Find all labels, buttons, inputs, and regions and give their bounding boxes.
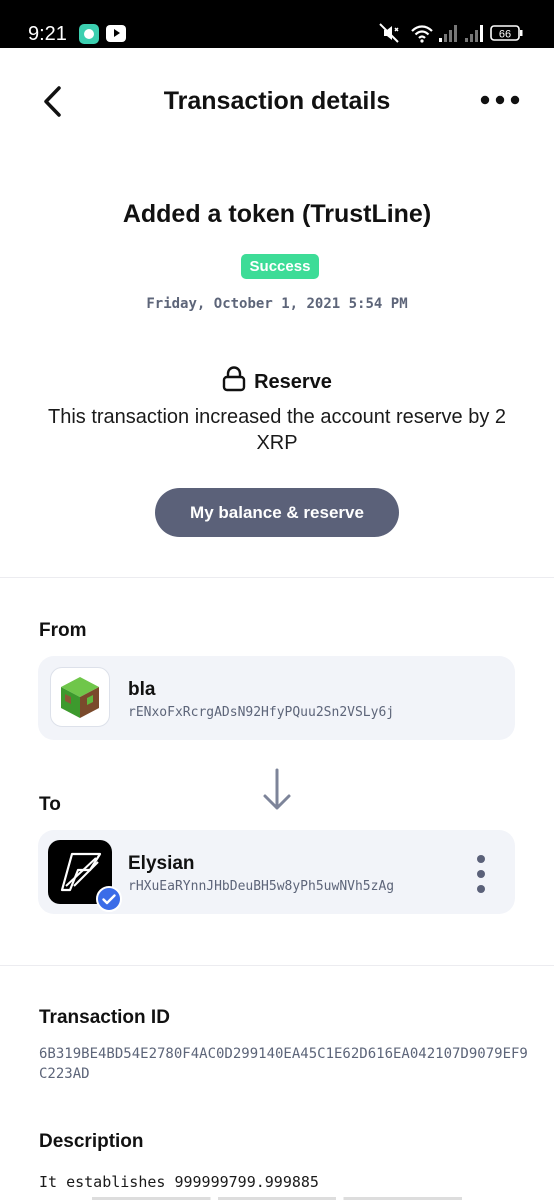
transaction-datetime: Friday, October 1, 2021 5:54 PM xyxy=(146,296,408,312)
battery-level: 66 xyxy=(499,29,511,41)
cube-avatar-icon xyxy=(61,677,99,718)
status-bar: 9:21 66 xyxy=(0,0,554,48)
to-account-name: Elysian xyxy=(128,853,195,874)
page-title: Transaction details xyxy=(163,87,391,115)
lock-icon xyxy=(222,366,246,392)
more-options-button[interactable] xyxy=(480,86,520,114)
reserve-heading: Reserve xyxy=(0,366,554,396)
reserve-title-text: Reserve xyxy=(254,371,332,393)
verified-badge-icon xyxy=(96,886,122,912)
battery-icon: 66 xyxy=(490,25,523,41)
divider xyxy=(0,577,554,578)
from-label: From xyxy=(39,620,87,641)
transaction-id-value[interactable]: 6B319BE4BD54E2780F4AC0D299140EA45C1E62D6… xyxy=(39,1044,529,1084)
top-navigation-bar: Transaction details xyxy=(0,48,554,148)
wifi-icon xyxy=(411,25,433,43)
from-avatar xyxy=(50,667,110,727)
transaction-id-label: Transaction ID xyxy=(39,1007,170,1028)
from-account-address: rENxoFxRcrgADsN92HfyPQuu2Sn2VSLy6j xyxy=(128,705,395,720)
to-account-card[interactable]: Elysian rHXuEaRYnnJHbDeuBH5w8yPh5uwNVh5z… xyxy=(38,830,515,914)
chat-app-icon xyxy=(79,24,99,44)
divider xyxy=(0,965,554,966)
signal-icon xyxy=(465,25,483,42)
status-badge: Success xyxy=(241,254,319,279)
youtube-icon xyxy=(106,25,126,42)
mute-icon xyxy=(379,23,399,43)
status-time: 9:21 xyxy=(28,23,67,45)
transaction-title: Added a token (TrustLine) xyxy=(122,200,432,228)
reserve-description: This transaction increased the account r… xyxy=(47,406,507,454)
system-icons: 66 xyxy=(378,22,528,46)
from-account-card[interactable]: bla rENxoFxRcrgADsN92HfyPQuu2Sn2VSLy6j xyxy=(38,656,515,740)
arrow-down-icon xyxy=(263,768,291,810)
from-account-name: bla xyxy=(128,679,156,700)
to-account-address: rHXuEaRYnnJHbDeuBH5w8yPh5uwNVh5zAg xyxy=(128,879,395,894)
to-label: To xyxy=(39,794,61,815)
description-text: It establishes 999999799.999885 xyxy=(39,1173,319,1191)
balance-reserve-button[interactable]: My balance & reserve xyxy=(155,488,399,537)
description-label: Description xyxy=(39,1131,144,1152)
signal-icon xyxy=(439,25,457,42)
more-vertical-icon[interactable] xyxy=(471,854,491,894)
more-horizontal-icon xyxy=(480,95,520,105)
